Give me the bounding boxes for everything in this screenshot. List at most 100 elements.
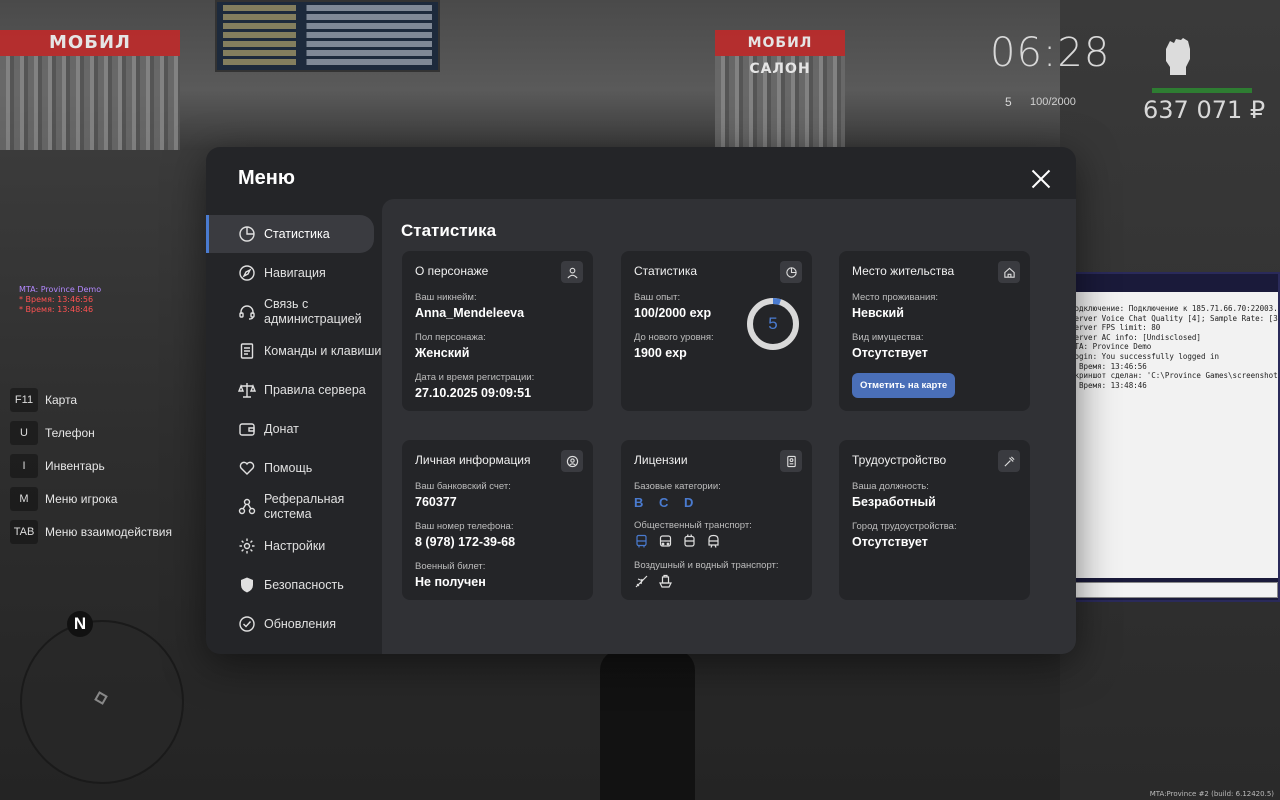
sidebar-item-label: Навигация <box>264 265 326 280</box>
experience-card: Статистика Ваш опыт: 100/2000 exp До нов… <box>621 251 812 411</box>
mark-on-map-button[interactable]: Отметить на карте <box>852 373 956 398</box>
console-input[interactable] <box>1066 582 1278 598</box>
card-title: Личная информация <box>415 453 531 467</box>
hud-level: 5 <box>1005 95 1012 109</box>
residence-value: Невский <box>852 306 904 320</box>
menu-sidebar: Статистика Навигация Связь с администрац… <box>206 215 382 644</box>
trolleybus-icon <box>658 534 673 549</box>
home-icon <box>998 261 1020 283</box>
chat-line: * Время: 13:46:56 <box>19 295 94 304</box>
console-line: * Время: 13:46:56 <box>1070 361 1147 371</box>
sidebar-item-navigation[interactable]: Навигация <box>206 254 382 292</box>
chat-line: MTA: Province Demo <box>19 285 102 294</box>
console-line: Server FPS limit: 80 <box>1070 323 1161 333</box>
field-label: Воздушный и водный транспорт: <box>634 560 779 571</box>
card-title: Статистика <box>634 264 698 278</box>
sidebar-item-security[interactable]: Безопасность <box>206 566 382 604</box>
sidebar-item-label: Помощь <box>264 460 313 475</box>
id-card-icon <box>780 450 802 472</box>
card-title: Лицензии <box>634 453 688 467</box>
air-water-transport-icons <box>634 574 799 589</box>
chat-box: MTA: Province Demo * Время: 13:46:56 * В… <box>19 285 101 315</box>
document-icon <box>240 343 254 359</box>
nickname-value: Anna_Mendeleeva <box>415 306 525 320</box>
scales-icon <box>238 383 256 398</box>
sidebar-item-rules[interactable]: Правила сервера <box>206 371 382 409</box>
hotkey-map[interactable]: F11 Карта <box>10 388 172 412</box>
headset-icon <box>239 305 255 320</box>
sidebar-item-label: Безопасность <box>264 577 344 592</box>
console-line: Подключение: Подключение к 185.71.66.70:… <box>1070 304 1278 313</box>
sidebar-item-help[interactable]: Помощь <box>206 449 382 487</box>
sidebar-item-settings[interactable]: Настройки <box>206 527 382 565</box>
hotkey-player-menu[interactable]: M Меню игрока <box>10 487 172 511</box>
boat-icon <box>658 574 673 589</box>
hud-money: 637 071 ₽ <box>1143 96 1266 124</box>
pie-chart-icon <box>780 261 802 283</box>
page-title: Статистика <box>401 221 497 240</box>
referral-icon <box>238 498 256 515</box>
fist-icon <box>1166 38 1190 75</box>
hotkey-phone[interactable]: U Телефон <box>10 421 172 445</box>
military-id-value: Не получен <box>415 575 486 589</box>
hammer-icon <box>998 450 1020 472</box>
hotkey-label: Инвентарь <box>45 459 105 473</box>
departure-board <box>215 0 440 72</box>
hotkey-list: F11 Карта U Телефон I Инвентарь M Меню игрок… <box>10 388 172 553</box>
shop-sign: МОБИЛ САЛОН <box>715 30 845 77</box>
player-character <box>600 650 695 800</box>
pie-chart-icon <box>239 226 255 242</box>
user-circle-icon <box>561 450 583 472</box>
sidebar-item-label: Команды и клавиши <box>264 343 382 358</box>
job-city-value: Отсутствует <box>852 535 928 549</box>
sidebar-item-statistics[interactable]: Статистика <box>206 215 374 253</box>
character-card: О персонаже Ваш никнейм: Anna_Mendeleeva… <box>402 251 593 411</box>
sidebar-item-donate[interactable]: Донат <box>206 410 382 448</box>
licenses-card: Лицензии Базовые категории: B C D Общест… <box>621 440 812 600</box>
hotkey-label: Меню игрока <box>45 492 118 506</box>
console-line: login: You successfully logged in <box>1070 351 1220 361</box>
sidebar-item-label: Реферальная система <box>264 492 345 521</box>
shield-icon <box>241 577 253 593</box>
sidebar-item-commands[interactable]: Команды и клавиши <box>206 332 382 370</box>
job-position-value: Безработный <box>852 495 936 509</box>
field-label: Общественный транспорт: <box>634 520 752 531</box>
build-info: MTA:Province #2 (build: 6.12420.5) <box>1149 790 1274 798</box>
console-line: * Время: 13:48:46 <box>1070 380 1147 390</box>
plane-icon <box>634 574 649 589</box>
hotkey-key: U <box>10 421 38 445</box>
hotkey-label: Меню взаимодействия <box>45 525 172 539</box>
statistics-panel: Статистика О персонаже Ваш никнейм: Anna… <box>382 199 1076 654</box>
chat-line: * Время: 13:48:46 <box>19 305 94 314</box>
sidebar-item-updates[interactable]: Обновления <box>206 605 382 643</box>
sidebar-item-label: Связь с администрацией <box>264 297 362 326</box>
console-line: MTA: Province Demo <box>1070 342 1152 352</box>
sidebar-item-label: Донат <box>264 421 299 436</box>
shop-right: МОБИЛ САЛОН <box>715 30 845 150</box>
metro-icon <box>706 534 721 549</box>
sidebar-item-admin-contact[interactable]: Связь с администрацией <box>206 293 382 331</box>
user-icon <box>561 261 583 283</box>
compass-icon <box>239 265 255 281</box>
bus-icon <box>634 534 649 549</box>
field-label: Вид имущества: <box>852 332 924 343</box>
sidebar-item-label: Обновления <box>264 616 336 631</box>
console-line: Server AC info: [Undisclosed] <box>1070 332 1201 342</box>
health-bar <box>1152 88 1252 93</box>
hotkey-interaction-menu[interactable]: TAB Меню взаимодействия <box>10 520 172 544</box>
hotkey-key: I <box>10 454 38 478</box>
residence-card: Место жительства Место проживания: Невск… <box>839 251 1030 411</box>
sidebar-item-label: Правила сервера <box>264 382 366 397</box>
registration-value: 27.10.2025 09:09:51 <box>415 386 532 400</box>
shop-sign: МОБИЛ <box>0 30 180 56</box>
north-indicator: N <box>67 611 93 637</box>
close-icon[interactable] <box>1029 167 1053 191</box>
hotkey-key: M <box>10 487 38 511</box>
hotkey-inventory[interactable]: I Инвентарь <box>10 454 172 478</box>
field-label: Город трудоустройства: <box>852 521 957 532</box>
card-title: Место жительства <box>852 264 955 278</box>
sidebar-item-referral[interactable]: Реферальная система <box>206 488 382 526</box>
personal-info-card: Личная информация Ваш банковский счет: 7… <box>402 440 593 600</box>
bank-account-value: 760377 <box>415 495 457 509</box>
sidebar-item-label: Настройки <box>264 538 326 553</box>
